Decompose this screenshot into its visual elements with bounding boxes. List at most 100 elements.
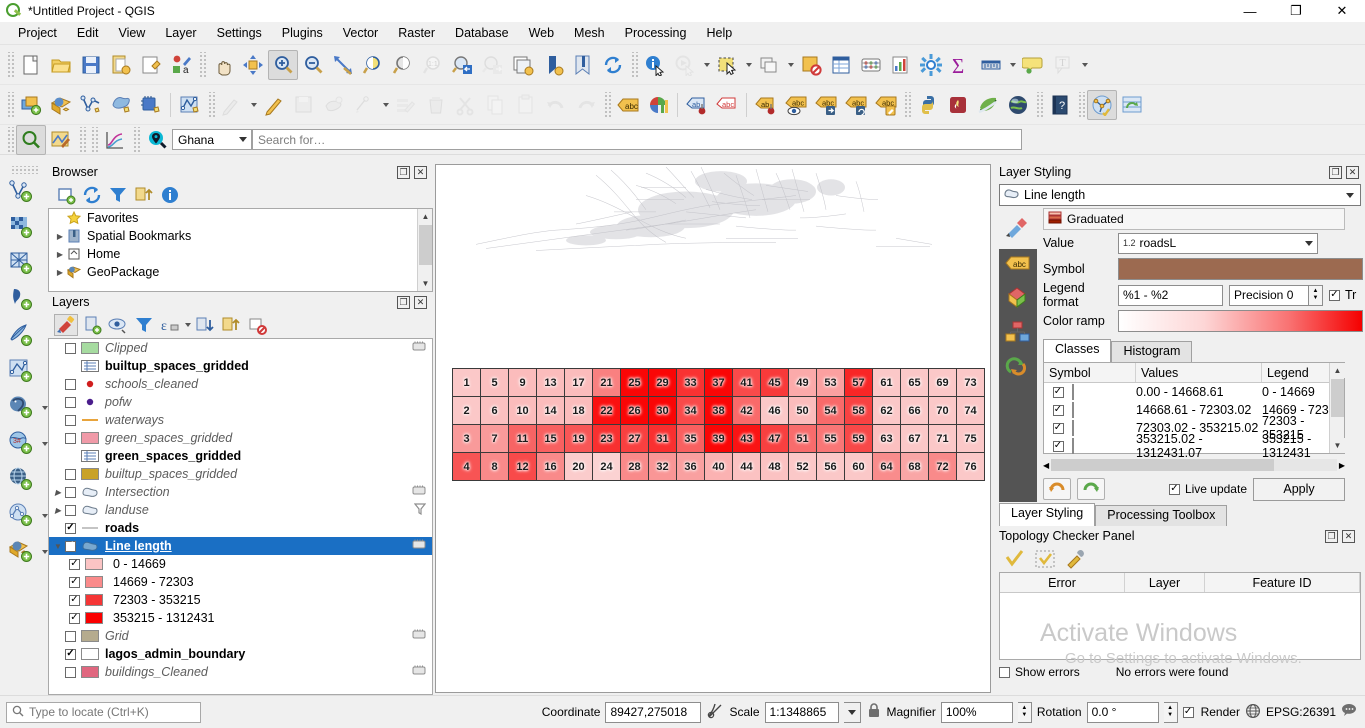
deselect-features-icon[interactable] [754, 50, 784, 80]
options-icon[interactable] [916, 50, 946, 80]
grid-cell[interactable]: 46 [760, 396, 789, 425]
topology-undock-icon[interactable]: ❐ [1325, 529, 1338, 543]
layer-item[interactable]: green_spaces_gridded [49, 429, 432, 447]
digitize-icon[interactable] [259, 90, 289, 120]
layer-item[interactable]: ✓ lagos_admin_boundary [49, 645, 432, 663]
select-features-icon[interactable] [712, 50, 742, 80]
grid-cell[interactable]: 9 [508, 368, 537, 397]
rotation-stepper[interactable]: ▲ ▼ [1163, 701, 1178, 723]
tab-histogram[interactable]: Histogram [1111, 341, 1193, 362]
configure-topology-icon[interactable] [1063, 548, 1087, 570]
legend-class-checkbox[interactable]: ✓ [69, 594, 80, 606]
grid-cell[interactable]: 13 [536, 368, 565, 397]
map-tips-icon[interactable] [1018, 50, 1048, 80]
grid-cell[interactable]: 40 [704, 452, 733, 481]
toolbar-grip[interactable] [6, 126, 14, 153]
menu-database[interactable]: Database [445, 23, 519, 43]
trim-checkbox[interactable]: ✓ [1329, 289, 1340, 301]
grid-cell[interactable]: 29 [648, 368, 677, 397]
edit-indicator-icon[interactable] [412, 485, 426, 499]
show-errors-checkbox[interactable] [999, 666, 1010, 678]
browser-undock-icon[interactable]: ❐ [397, 165, 410, 179]
chevron-down-icon[interactable] [1006, 50, 1018, 80]
undo-icon[interactable] [541, 90, 571, 120]
grid-cell[interactable]: 66 [900, 396, 929, 425]
magnifier-value[interactable]: 100% [940, 701, 1013, 723]
grid-cell[interactable]: 24 [592, 452, 621, 481]
menu-edit[interactable]: Edit [67, 23, 109, 43]
grid-cell[interactable]: 32 [648, 452, 677, 481]
legend-class-item[interactable]: ✓ 72303 - 353215 [49, 591, 432, 609]
zoom-in-icon[interactable] [268, 49, 298, 80]
add-feature-icon[interactable] [217, 90, 247, 120]
legend-class-item[interactable]: ✓ 353215 - 1312431 [49, 609, 432, 627]
menu-view[interactable]: View [108, 23, 155, 43]
add-wms-layer-icon[interactable]: 3# [4, 427, 40, 461]
grid-cell[interactable]: 72 [928, 452, 957, 481]
scroll-down-icon[interactable]: ▼ [418, 276, 432, 291]
chevron-down-icon[interactable] [1078, 50, 1090, 80]
grid-cell[interactable]: 75 [956, 424, 985, 453]
class-checkbox[interactable]: ✓ [1052, 386, 1064, 398]
grid-cell[interactable]: 34 [676, 396, 705, 425]
grid-layer[interactable]: 1 5 9 13 17 21 25 29 33 37 41 45 49 53 57 61 65 69 73 2 6 10 1… [452, 368, 985, 481]
crs-globe-icon[interactable] [1245, 703, 1261, 722]
class-checkbox[interactable]: ✓ [1052, 440, 1064, 452]
maximize-icon[interactable]: ❐ [1273, 0, 1319, 22]
save-layer-edits-icon[interactable] [289, 90, 319, 120]
zoom-full-icon[interactable] [328, 50, 358, 80]
layer-visibility-checkbox[interactable]: ✓ [65, 648, 76, 660]
refresh-table-icon[interactable] [1117, 90, 1147, 120]
locate-input[interactable]: Type to locate (Ctrl+K) [6, 701, 201, 723]
menu-layer[interactable]: Layer [155, 23, 206, 43]
collapse-all-icon[interactable] [132, 184, 156, 206]
diagrams-icon[interactable] [1005, 321, 1031, 346]
add-postgis-layer-icon[interactable] [4, 391, 40, 425]
nominatim-search-icon[interactable] [142, 125, 172, 155]
grid-cell[interactable]: 4 [452, 452, 481, 481]
layer-item[interactable]: Grid [49, 627, 432, 645]
legend-class-item[interactable]: ✓ 0 - 14669 [49, 555, 432, 573]
plot-icon[interactable] [100, 125, 130, 155]
grid-cell[interactable]: 69 [928, 368, 957, 397]
layer-visibility-checkbox[interactable] [65, 414, 76, 426]
grid-cell[interactable]: 37 [704, 368, 733, 397]
layer-item[interactable]: schools_cleaned [49, 375, 432, 393]
grid-cell[interactable]: 74 [956, 396, 985, 425]
add-vector-layer-icon[interactable] [4, 175, 40, 209]
legend-class-checkbox[interactable]: ✓ [69, 576, 80, 588]
remove-layer-icon[interactable] [245, 314, 269, 336]
plugins-leaf-icon[interactable] [973, 90, 1003, 120]
browser-close-icon[interactable]: ✕ [414, 165, 427, 179]
layer-item[interactable]: pofw [49, 393, 432, 411]
layer-visibility-checkbox[interactable]: ✓ [65, 540, 76, 552]
layer-visibility-checkbox[interactable] [65, 504, 76, 516]
select-value-icon[interactable] [796, 50, 826, 80]
layer-visibility-checkbox[interactable] [65, 378, 76, 390]
paste-features-icon[interactable] [511, 90, 541, 120]
edit-indicator-icon[interactable] [412, 629, 426, 643]
scroll-down-icon[interactable]: ▼ [1330, 438, 1345, 453]
legend-class-item[interactable]: ✓ 14669 - 72303 [49, 573, 432, 591]
rotate-label-icon[interactable]: abc [841, 90, 871, 120]
class-symbol-swatch[interactable] [1072, 438, 1074, 454]
class-symbol-swatch[interactable] [1072, 420, 1074, 436]
grid-cell[interactable]: 14 [536, 396, 565, 425]
grid-cell[interactable]: 11 [508, 424, 537, 453]
menu-settings[interactable]: Settings [207, 23, 272, 43]
save-project-icon[interactable] [76, 50, 106, 80]
sum-icon[interactable]: Σ [946, 50, 976, 80]
new-map-view-icon[interactable] [508, 50, 538, 80]
add-virtual-layer-icon[interactable] [4, 355, 40, 389]
rotation-value[interactable]: 0.0 ° [1086, 701, 1159, 723]
class-checkbox[interactable]: ✓ [1052, 422, 1064, 434]
layer-item[interactable]: ▶ landuse [49, 501, 432, 519]
toolbar-grip[interactable] [1035, 91, 1043, 118]
grid-cell[interactable]: 20 [564, 452, 593, 481]
class-row[interactable]: ✓ 0.00 - 14668.61 0 - 14669 [1044, 383, 1344, 401]
label-icon[interactable]: abc [613, 90, 643, 120]
style-manager-icon[interactable] [136, 50, 166, 80]
grid-cell[interactable]: 33 [676, 368, 705, 397]
edit-indicator-icon[interactable] [412, 539, 426, 553]
redo-icon[interactable] [571, 90, 601, 120]
